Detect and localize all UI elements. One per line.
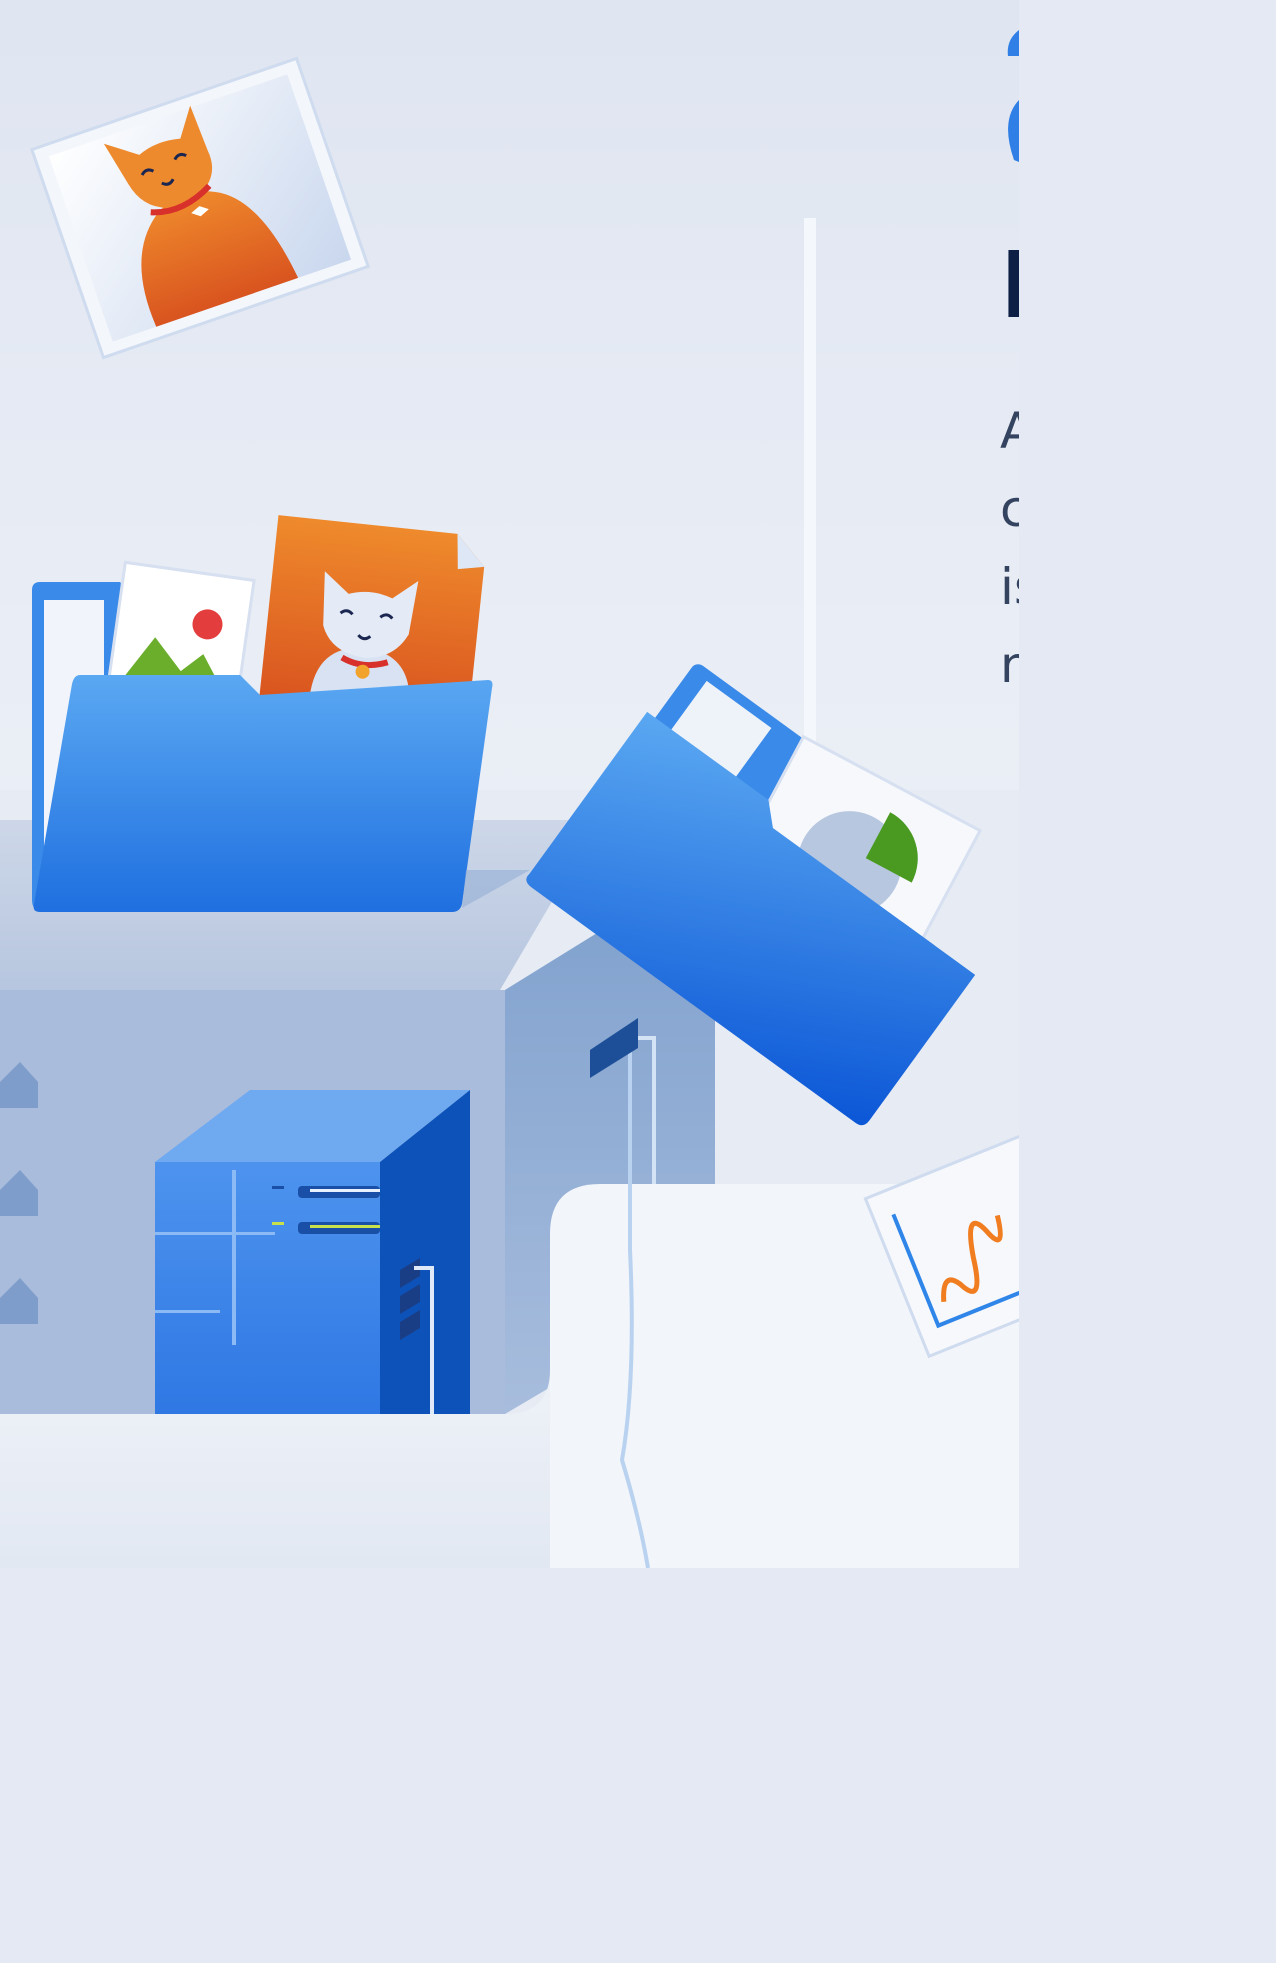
body-line-4: n xyxy=(1000,636,1019,694)
server-tower xyxy=(155,1090,470,1414)
body-line-1: A xyxy=(1000,402,1019,460)
body-line-2: c xyxy=(1000,480,1019,538)
orange-cat-photo xyxy=(29,56,371,360)
top-right-accent-2 xyxy=(1008,100,1019,162)
body-line-3: is xyxy=(1000,558,1019,616)
top-right-accent-1 xyxy=(1007,30,1019,56)
text-column: I A c is n xyxy=(1000,240,1019,704)
illustration-stage: I A c is n xyxy=(0,0,1019,1568)
open-folder-with-photos xyxy=(32,515,530,912)
background-light-pole xyxy=(804,218,816,798)
hero-illustration xyxy=(0,30,1019,1568)
page-heading: I xyxy=(1000,232,1019,339)
